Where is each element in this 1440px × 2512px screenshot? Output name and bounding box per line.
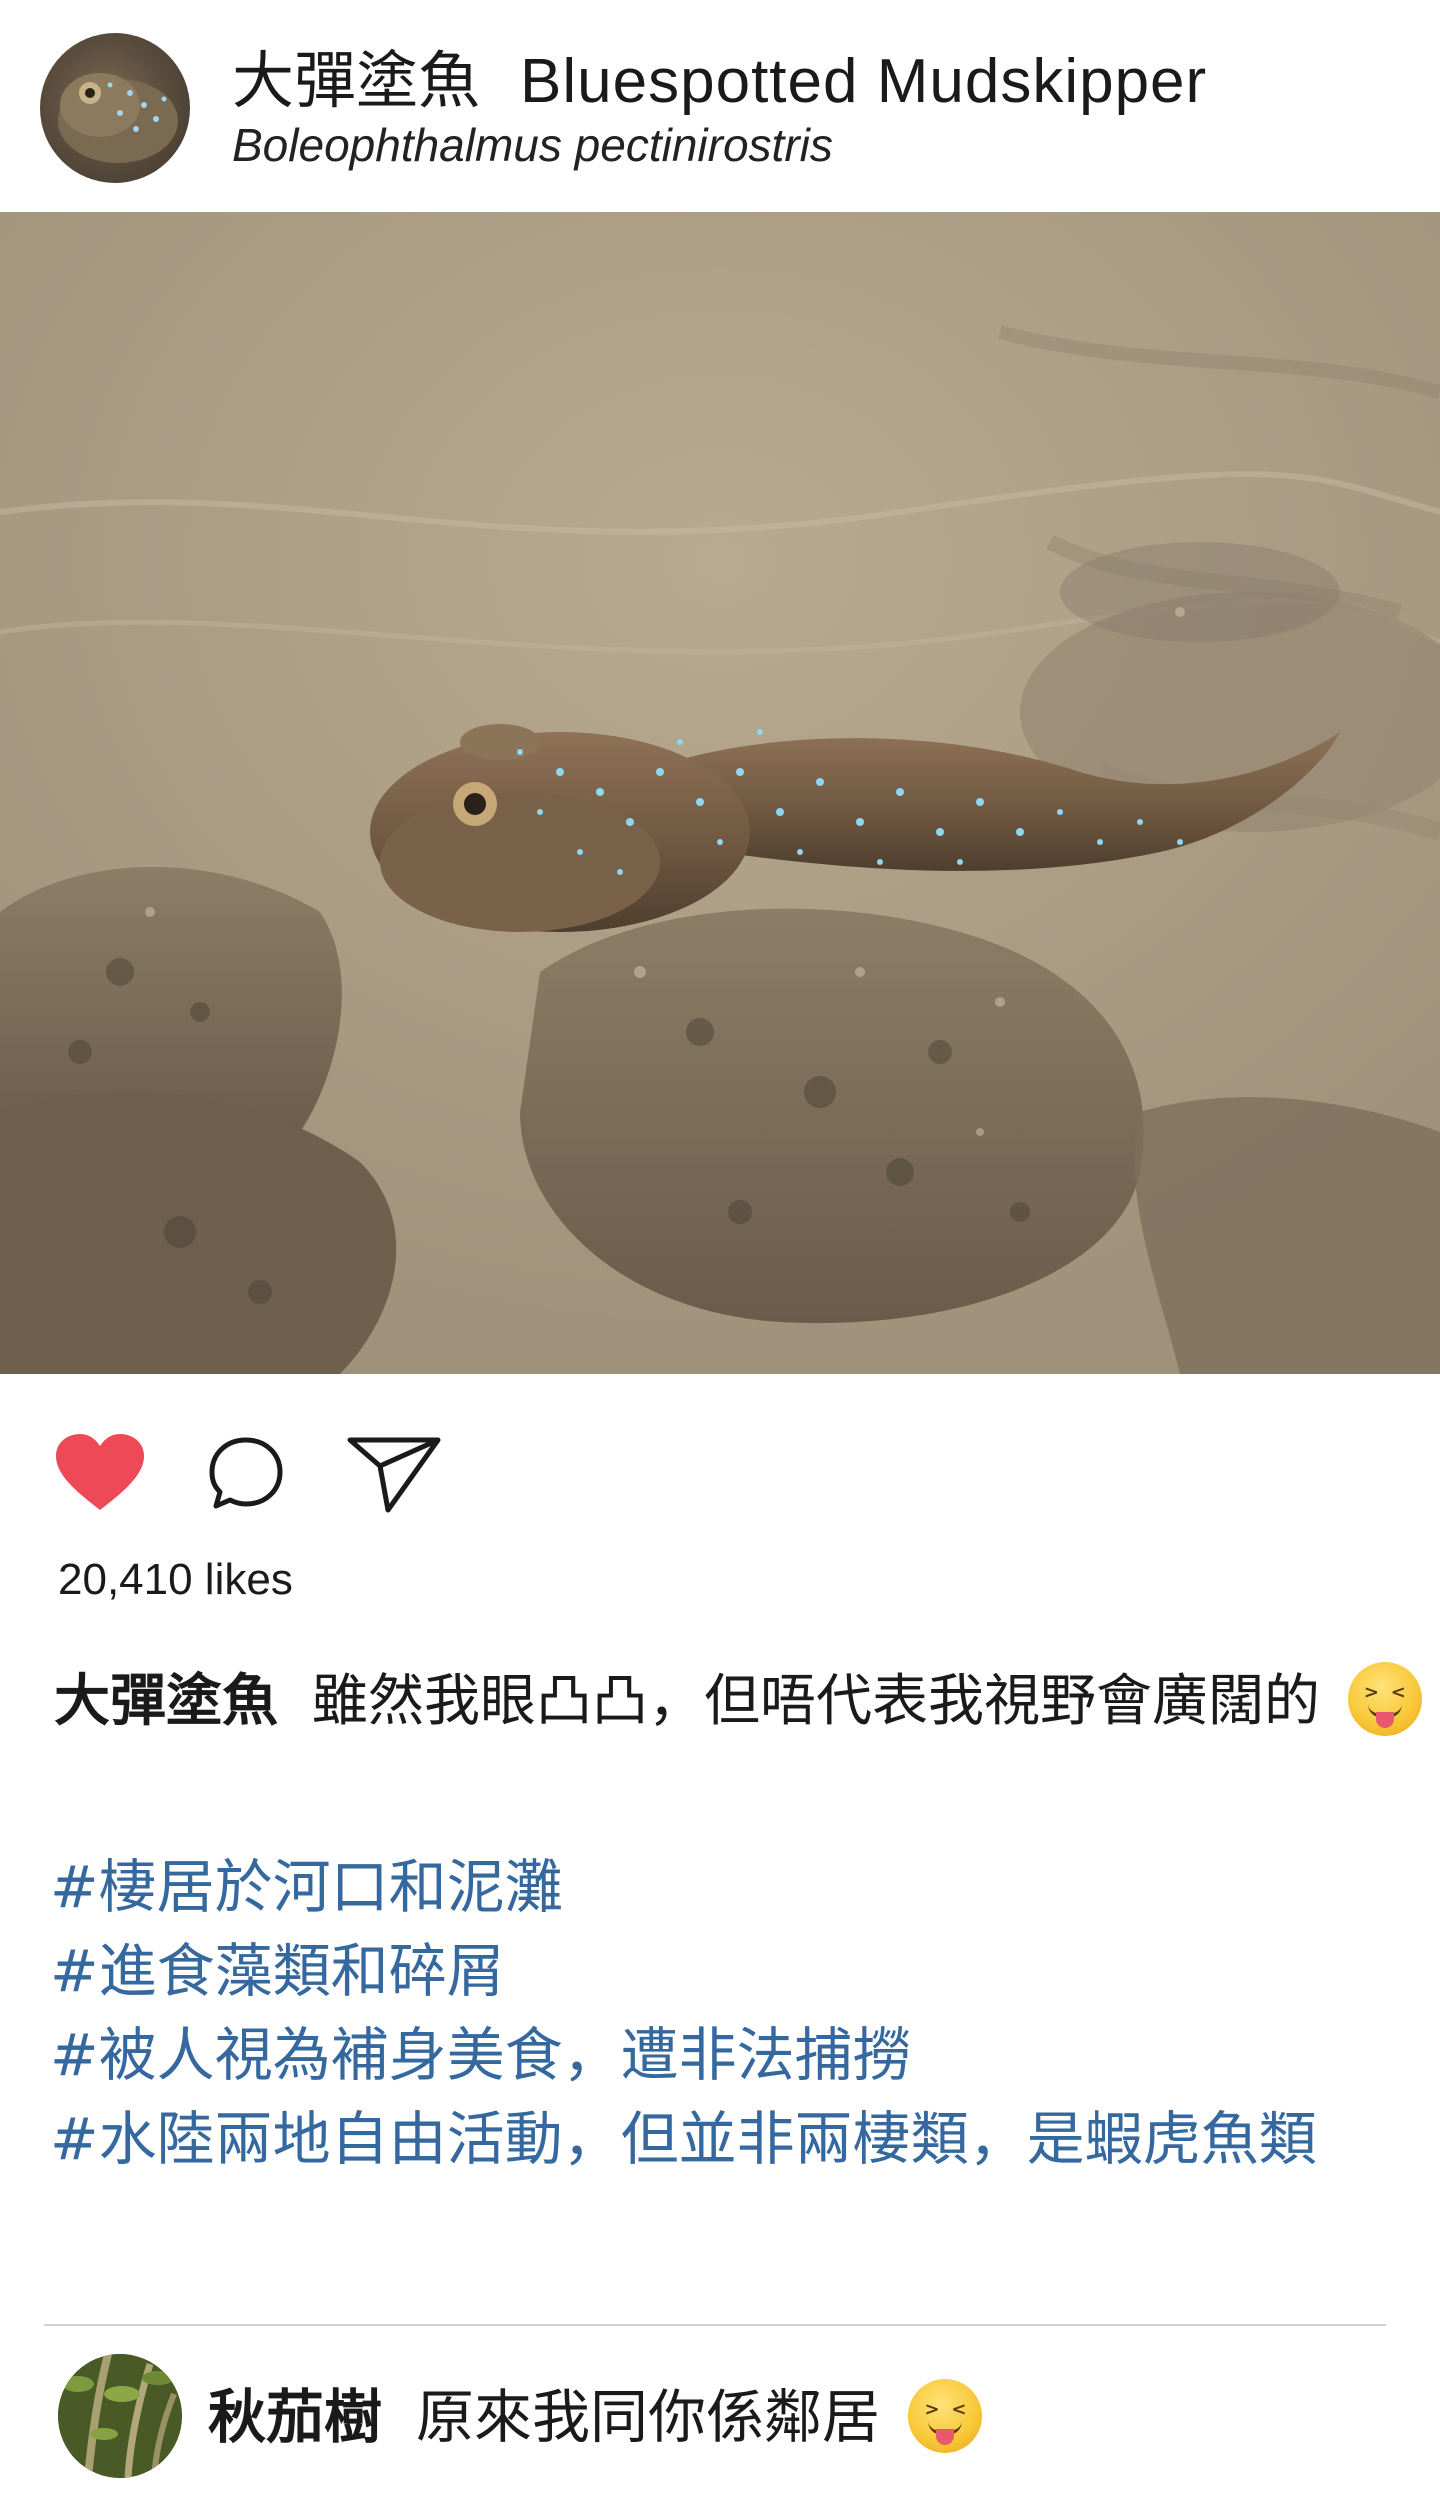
- caption-username[interactable]: 大彈塗魚: [54, 1669, 278, 1734]
- comment-row: 秋茄樹 原來我同你係鄰居 > <: [208, 2378, 983, 2456]
- species-name-zh[interactable]: 大彈塗魚: [232, 44, 480, 117]
- like-count[interactable]: 20,410 likes: [58, 1555, 293, 1605]
- mudskipper-avatar-image: [58, 73, 178, 163]
- comment-bubble-icon[interactable]: [206, 1434, 286, 1518]
- post-photo[interactable]: [0, 212, 1440, 1374]
- squinting-tongue-emoji-icon: > <: [1347, 1662, 1422, 1736]
- species-name-en: Bluespotted Mudskipper: [520, 47, 1208, 116]
- profile-avatar[interactable]: [40, 33, 190, 183]
- hashtag-link[interactable]: #被人視為補身美食，遭非法捕撈: [50, 2013, 1410, 2097]
- comment-username[interactable]: 秋茄樹: [208, 2383, 382, 2451]
- heart-icon[interactable]: [54, 1432, 146, 1518]
- post-title: 大彈塗魚 Bluespotted Mudskipper: [232, 42, 1207, 121]
- caption-text: 雖然我眼凸凸，但唔代表我視野會廣闊的: [312, 1669, 1320, 1734]
- post-actions: [0, 1410, 1440, 1520]
- hashtag-link[interactable]: #水陸兩地自由活動，但並非兩棲類，是蝦虎魚類: [50, 2097, 1410, 2181]
- comment-divider: [44, 2324, 1386, 2326]
- post-caption: 大彈塗魚 雖然我眼凸凸，但唔代表我視野會廣闊的 > <: [54, 1660, 1424, 1744]
- squinting-tongue-emoji-icon: > <: [908, 2379, 983, 2453]
- send-paper-plane-icon[interactable]: [346, 1432, 444, 1522]
- hashtag-link[interactable]: #進食藻類和碎屑: [50, 1929, 1410, 2013]
- scientific-name: Boleophthalmus pectinirostris: [232, 119, 833, 171]
- hashtag-list: #棲居於河口和泥灘 #進食藻類和碎屑 #被人視為補身美食，遭非法捕撈 #水陸兩地…: [50, 1845, 1410, 2181]
- hashtag-link[interactable]: #棲居於河口和泥灘: [50, 1845, 1410, 1929]
- mudskipper-photo: [0, 212, 1440, 1374]
- commenter-avatar[interactable]: [58, 2354, 182, 2478]
- post-header: 大彈塗魚 Bluespotted Mudskipper Boleophthalmu…: [0, 0, 1440, 212]
- comment-text: 原來我同你係鄰居: [416, 2383, 881, 2451]
- mangrove-avatar-image: [58, 2354, 182, 2478]
